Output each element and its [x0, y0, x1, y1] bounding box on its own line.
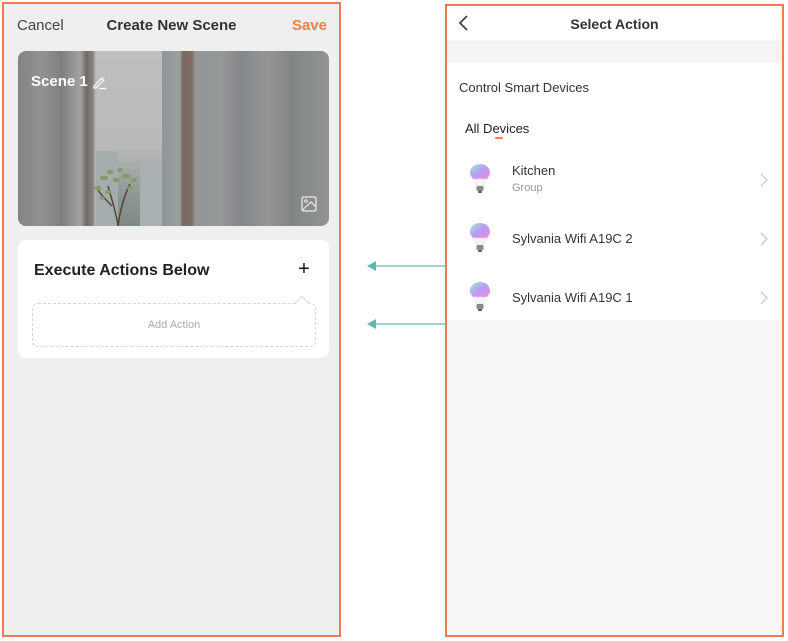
select-action-screen: Select Action Control Smart Devices All … — [445, 4, 784, 637]
scene-cover-image[interactable]: Scene 1 — [18, 51, 329, 226]
create-scene-screen: Cancel Create New Scene Save Scene 1 Exe… — [2, 2, 341, 637]
device-name: Sylvania Wifi A19C 1 — [512, 290, 633, 305]
device-subtitle: Group — [512, 182, 543, 194]
connector-arrow — [367, 319, 445, 329]
chevron-right-icon — [760, 232, 768, 246]
device-name: Sylvania Wifi A19C 2 — [512, 231, 633, 246]
device-list-section: Control Smart Devices All Devices Kitche… — [447, 63, 782, 320]
device-row[interactable]: Kitchen Group — [447, 151, 782, 209]
page-title: Select Action — [570, 16, 659, 32]
page-title: Create New Scene — [106, 17, 237, 34]
rgb-bulb-icon — [470, 223, 490, 252]
actions-heading: Execute Actions Below — [34, 262, 210, 279]
arrow-head-icon — [367, 261, 376, 271]
rgb-bulb-icon — [470, 282, 490, 311]
device-row[interactable]: Sylvania Wifi A19C 1 — [447, 269, 782, 327]
device-row[interactable]: Sylvania Wifi A19C 2 — [447, 210, 782, 268]
add-action-button[interactable]: Add Action — [32, 295, 316, 347]
connector-arrow — [367, 261, 445, 271]
plus-icon[interactable]: + — [293, 258, 315, 280]
spacer — [447, 42, 782, 63]
nav-header: Cancel Create New Scene Save — [4, 4, 339, 46]
section-title: Control Smart Devices — [459, 80, 590, 95]
save-button[interactable]: Save — [292, 17, 327, 34]
arrow-head-icon — [367, 319, 376, 329]
rgb-bulb-icon — [470, 164, 490, 193]
scene-name-text: Scene 1 — [31, 73, 88, 90]
scene-name[interactable]: Scene 1 — [31, 73, 107, 90]
chevron-right-icon — [760, 173, 768, 187]
notch-decoration — [294, 295, 310, 311]
add-action-label: Add Action — [147, 319, 201, 331]
active-tab-indicator — [495, 137, 503, 139]
nav-header: Select Action — [447, 6, 782, 42]
chevron-right-icon — [760, 291, 768, 305]
pencil-icon[interactable] — [91, 74, 107, 90]
tab-all-devices[interactable]: All Devices — [465, 121, 529, 136]
actions-card: Execute Actions Below + Add Action — [18, 240, 329, 358]
image-icon[interactable] — [301, 196, 317, 212]
device-name: Kitchen — [512, 163, 556, 178]
